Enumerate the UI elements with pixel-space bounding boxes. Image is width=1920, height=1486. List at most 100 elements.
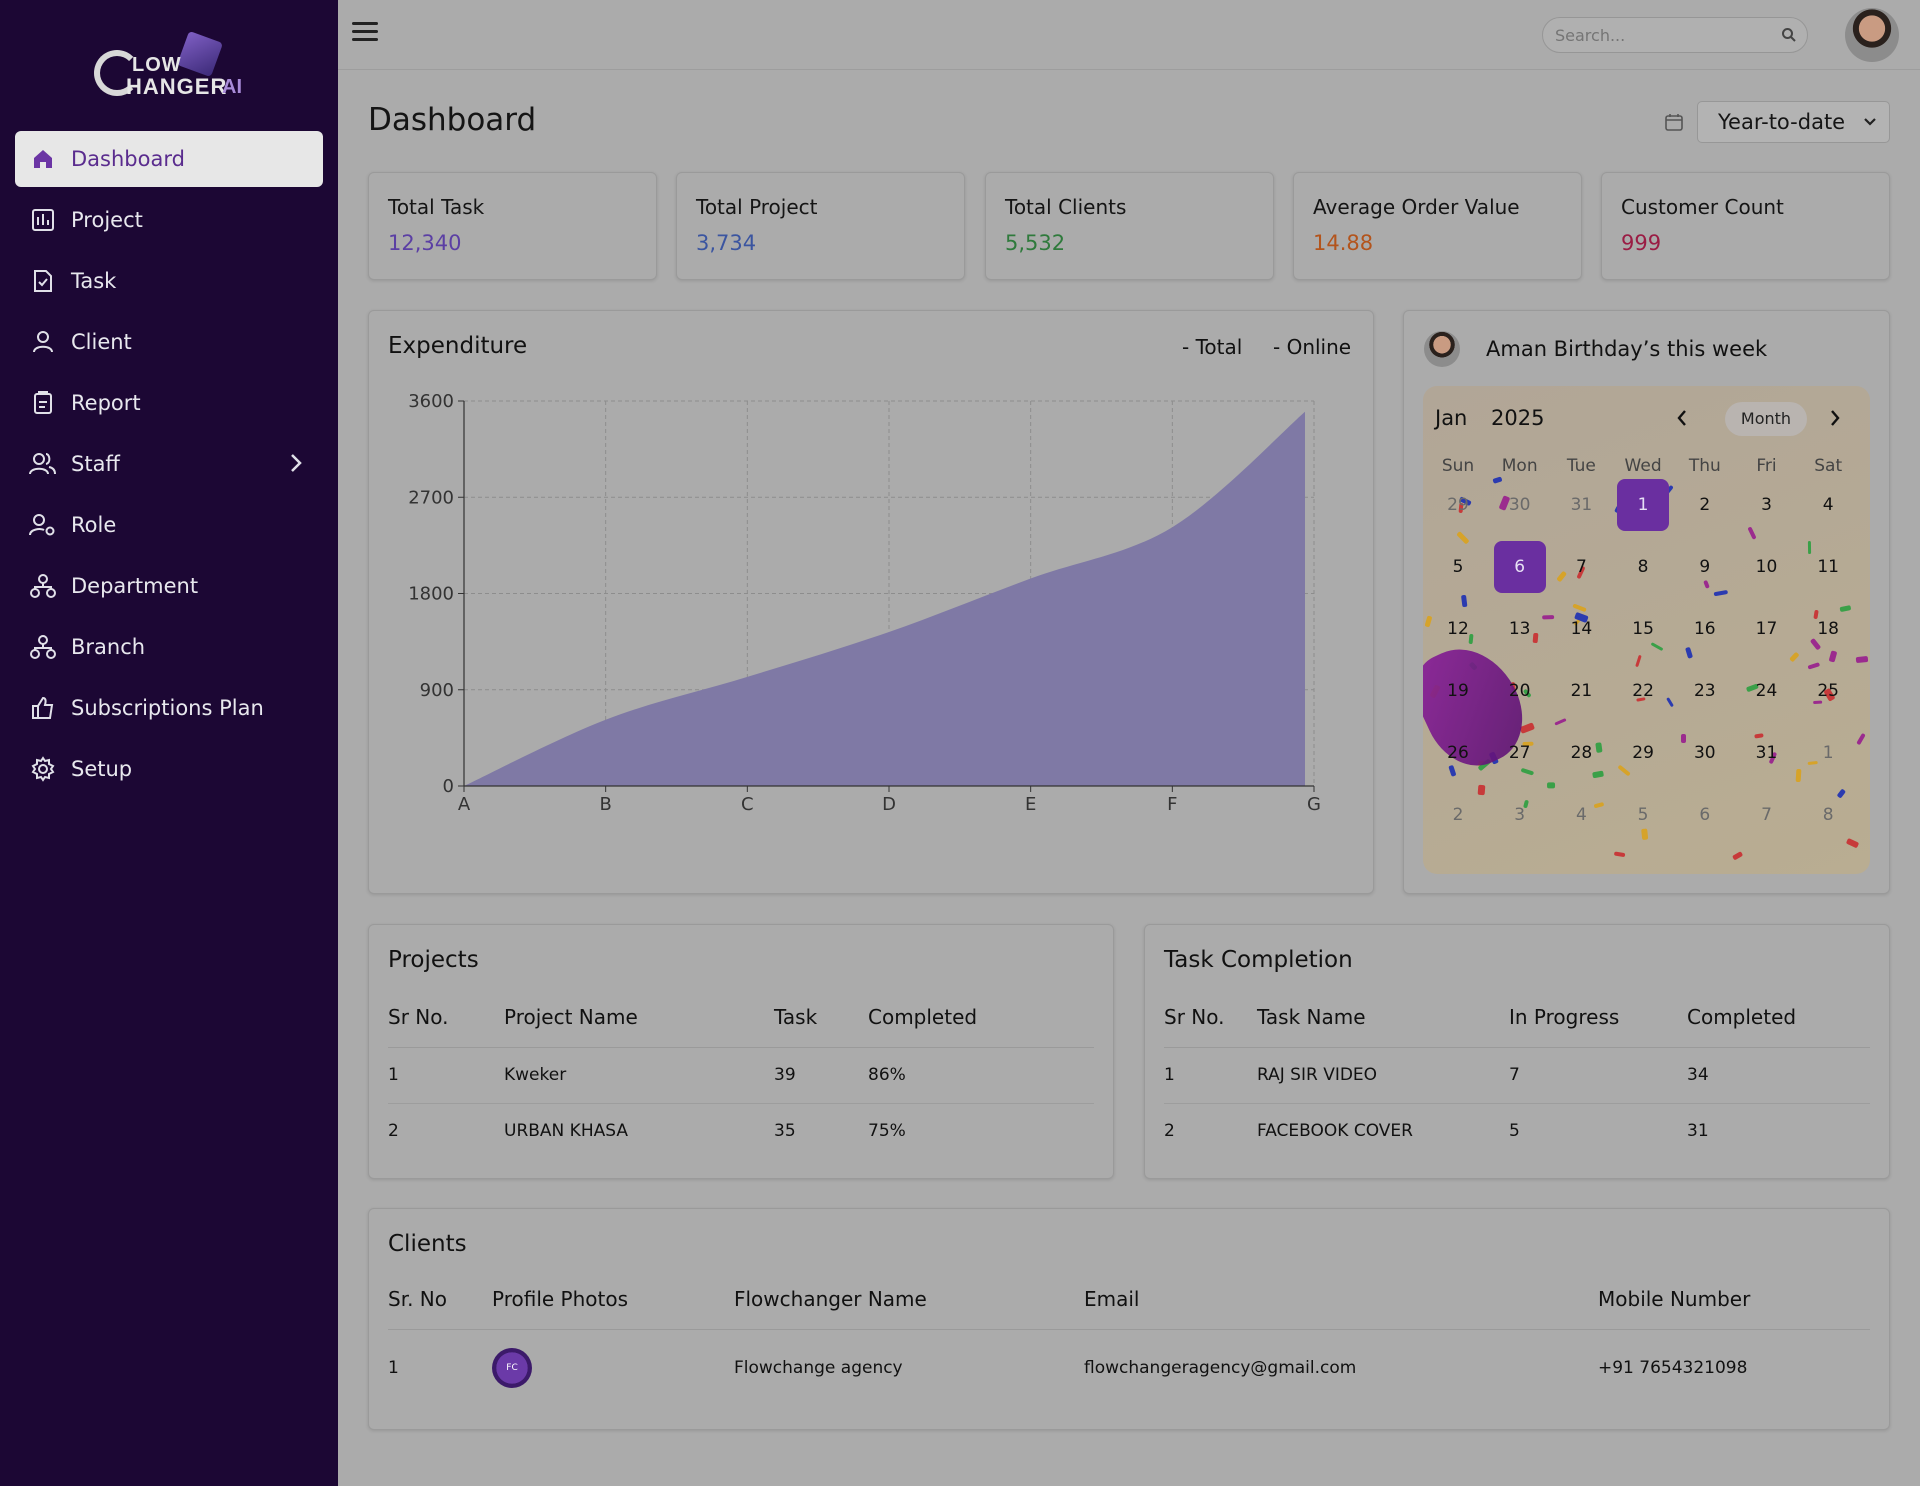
stat-card-total-task[interactable]: Total Task 12,340 xyxy=(368,172,657,280)
calendar-day[interactable]: 7 xyxy=(1555,541,1607,593)
table-cell: Flowchange agency xyxy=(734,1358,903,1379)
chevron-right-icon[interactable] xyxy=(1828,408,1842,434)
calendar-day[interactable]: 30 xyxy=(1494,479,1546,531)
sidebar-item-label: Subscriptions Plan xyxy=(71,696,264,720)
sidebar-item-label: Branch xyxy=(71,635,146,659)
client-profile-photo[interactable]: FC xyxy=(492,1348,532,1389)
table-row[interactable]: 1 RAJ SIR VIDEO 7 34 xyxy=(1164,1047,1870,1104)
table-row[interactable]: 1 Kweker 39 86% xyxy=(388,1047,1094,1104)
sidebar-item-label: Setup xyxy=(71,757,133,781)
calendar-day[interactable]: 5 xyxy=(1617,789,1669,841)
table-row[interactable]: 2 FACEBOOK COVER 5 31 xyxy=(1164,1103,1870,1159)
calendar-day[interactable]: 2 xyxy=(1679,479,1731,531)
column-header: Completed xyxy=(868,987,1094,1048)
table-cell: 2 xyxy=(1164,1121,1175,1142)
sidebar-item-role[interactable]: Role xyxy=(15,497,323,553)
calendar-day[interactable]: 19 xyxy=(1432,665,1484,717)
calendar-day[interactable]: 26 xyxy=(1432,727,1484,779)
calendar-day[interactable]: 8 xyxy=(1802,789,1854,841)
calendar-day[interactable]: 2 xyxy=(1432,789,1484,841)
calendar-day[interactable]: 3 xyxy=(1494,789,1546,841)
calendar-day[interactable]: 16 xyxy=(1679,603,1731,655)
column-header: Sr. No xyxy=(388,1269,492,1330)
sidebar-item-branch[interactable]: Branch xyxy=(15,619,323,675)
calendar-day[interactable]: 13 xyxy=(1494,603,1546,655)
calendar-day[interactable]: 18 xyxy=(1802,603,1854,655)
sidebar-item-report[interactable]: Report xyxy=(15,375,323,431)
table-cell: URBAN KHASA xyxy=(504,1121,628,1142)
calendar-day[interactable]: 3 xyxy=(1741,479,1793,531)
confetti-piece xyxy=(1789,651,1800,662)
flowchanger-logo[interactable]: LOW HANGER AI xyxy=(90,30,250,108)
stat-label: Total Clients xyxy=(1005,195,1127,219)
search-box[interactable] xyxy=(1542,17,1808,53)
calendar-day[interactable]: 24 xyxy=(1741,665,1793,717)
column-header: Task xyxy=(774,987,868,1048)
birthday-title: Aman Birthday’s this week xyxy=(1486,337,1768,361)
x-tick-label: G xyxy=(1307,794,1321,815)
user-avatar[interactable] xyxy=(1845,8,1899,62)
sidebar-item-client[interactable]: Client xyxy=(15,314,323,370)
stat-value: 999 xyxy=(1621,231,1662,255)
calendar-view-button[interactable]: Month xyxy=(1725,402,1807,436)
table-cell: 1 xyxy=(388,1358,399,1379)
calendar-day[interactable]: 4 xyxy=(1555,789,1607,841)
calendar-day[interactable]: 1 xyxy=(1617,479,1670,531)
calendar-day[interactable]: 30 xyxy=(1679,727,1731,779)
sidebar-item-staff[interactable]: Staff xyxy=(15,436,323,492)
sidebar-item-task[interactable]: Task xyxy=(15,253,323,309)
stat-card-customer-count[interactable]: Customer Count 999 xyxy=(1601,172,1890,280)
x-tick-label: F xyxy=(1167,794,1177,815)
menu-toggle-icon[interactable] xyxy=(352,22,378,44)
calendar-day[interactable]: 29 xyxy=(1432,479,1484,531)
search-icon[interactable] xyxy=(1781,27,1797,47)
calendar-day[interactable]: 25 xyxy=(1802,665,1854,717)
table-row[interactable]: 1 FC Flowchange agency flowchangeragency… xyxy=(388,1329,1870,1407)
sidebar-item-label: Dashboard xyxy=(71,147,185,171)
sidebar-item-label: Project xyxy=(71,208,143,232)
sidebar-item-setup[interactable]: Setup xyxy=(15,741,323,797)
sidebar-item-department[interactable]: Department xyxy=(15,558,323,614)
stat-card-average-order-value[interactable]: Average Order Value 14.88 xyxy=(1293,172,1582,280)
calendar-day[interactable]: 28 xyxy=(1555,727,1607,779)
stat-card-total-project[interactable]: Total Project 3,734 xyxy=(676,172,965,280)
expenditure-chart: 0 900 1800 2700 3600 A B C D E F G xyxy=(408,391,1321,815)
calendar-day[interactable]: 31 xyxy=(1555,479,1607,531)
chart-board-icon xyxy=(29,206,57,234)
chevron-right-icon[interactable] xyxy=(289,452,303,479)
calendar-day[interactable]: 11 xyxy=(1802,541,1854,593)
calendar-day[interactable]: 10 xyxy=(1741,541,1793,593)
sidebar-item-dashboard[interactable]: Dashboard xyxy=(15,131,323,187)
search-input[interactable] xyxy=(1555,26,1765,45)
sidebar-item-project[interactable]: Project xyxy=(15,192,323,248)
confetti-piece xyxy=(1856,655,1869,664)
table-header-row: Sr No. Project Name Task Completed xyxy=(388,987,1094,1048)
projects-card: Projects Sr No. Project Name Task Comple… xyxy=(368,924,1114,1179)
calendar-day[interactable]: 4 xyxy=(1802,479,1854,531)
calendar-day[interactable]: 23 xyxy=(1679,665,1731,717)
chevron-left-icon[interactable] xyxy=(1675,408,1689,434)
sidebar-item-subscriptions-plan[interactable]: Subscriptions Plan xyxy=(15,680,323,736)
confetti-piece xyxy=(1856,732,1866,746)
period-select[interactable]: Year-to-date xyxy=(1697,101,1890,143)
calendar-day[interactable]: 8 xyxy=(1617,541,1669,593)
calendar-day[interactable]: 27 xyxy=(1494,727,1546,779)
calendar-day[interactable]: 20 xyxy=(1494,665,1546,717)
stat-label: Total Project xyxy=(696,195,818,219)
calendar-day[interactable]: 31 xyxy=(1741,727,1793,779)
calendar-day[interactable]: 5 xyxy=(1432,541,1484,593)
calendar-day[interactable]: 9 xyxy=(1679,541,1731,593)
calendar-day[interactable]: 21 xyxy=(1555,665,1607,717)
calendar-day[interactable]: 15 xyxy=(1617,603,1669,655)
calendar-day[interactable]: 7 xyxy=(1741,789,1793,841)
calendar-day[interactable]: 12 xyxy=(1432,603,1484,655)
calendar-day[interactable]: 1 xyxy=(1802,727,1854,779)
calendar-day[interactable]: 22 xyxy=(1617,665,1669,717)
table-row[interactable]: 2 URBAN KHASA 35 75% xyxy=(388,1103,1094,1159)
calendar-day[interactable]: 6 xyxy=(1493,541,1546,593)
calendar-day[interactable]: 17 xyxy=(1741,603,1793,655)
stat-card-total-clients[interactable]: Total Clients 5,532 xyxy=(985,172,1274,280)
calendar-day[interactable]: 14 xyxy=(1555,603,1607,655)
calendar-day[interactable]: 29 xyxy=(1617,727,1669,779)
calendar-day[interactable]: 6 xyxy=(1679,789,1731,841)
